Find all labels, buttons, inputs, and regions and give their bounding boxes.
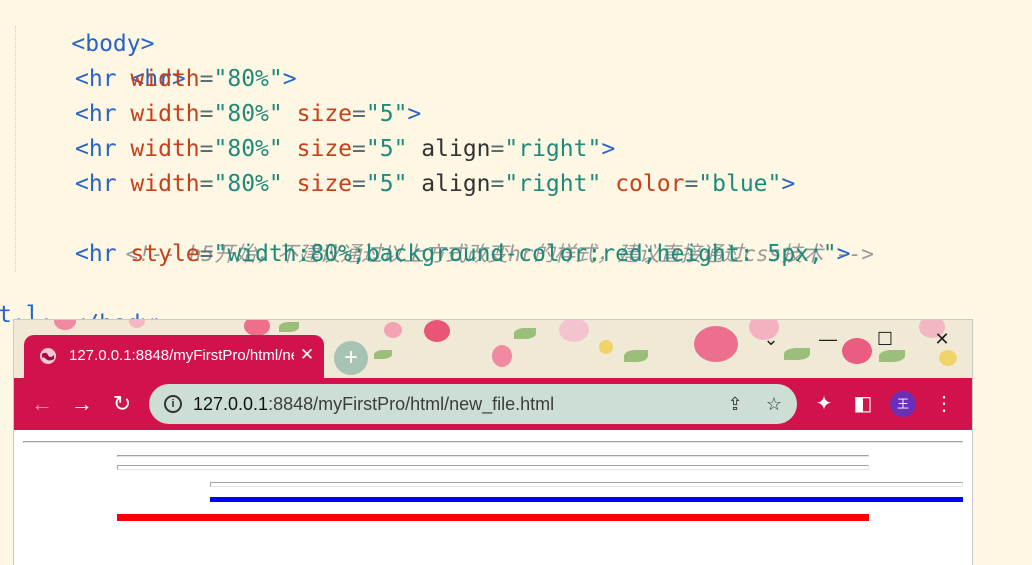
tag-token: > [601, 136, 616, 162]
browser-window[interactable]: 127.0.0.1:8848/myFirstPro/html/new_file.… [13, 319, 973, 565]
theme-flower [694, 326, 738, 362]
info-icon[interactable]: i [164, 395, 182, 413]
tag-token: > [407, 101, 422, 127]
attr-token: width [130, 136, 200, 162]
eq-token: = [199, 66, 214, 92]
tag-token: <hr [75, 241, 117, 267]
eq-token: = [490, 136, 505, 162]
theme-leaf [624, 350, 648, 362]
minimize-button[interactable]: — [808, 326, 848, 352]
code-line-hr4: <hr width="80%" size="5" align="right"> [75, 132, 615, 167]
code-line-hr5: <hr width="80%" size="5" align="right" c… [75, 167, 795, 202]
profile-avatar[interactable]: 王 [890, 391, 916, 417]
tab-close-button[interactable]: ✕ [296, 344, 318, 366]
code-line-comment: <!-- h5开始，不建议通过以上方式改变hr的样式，建议直接通过css技术 -… [75, 202, 874, 266]
eq-token: = [199, 241, 214, 267]
code-line-hr6: <hr style="width:80%;background-color:re… [75, 237, 851, 272]
tag-token: > [836, 241, 851, 267]
attr-token: width [130, 171, 200, 197]
puzzle-icon[interactable]: ✦ [811, 391, 837, 417]
string-token: "80%" [213, 101, 283, 127]
page-viewport [14, 430, 972, 565]
theme-leaf [374, 350, 392, 359]
tag-token: > [282, 66, 297, 92]
eq-token: = [199, 101, 214, 127]
eq-token: = [199, 136, 214, 162]
attr-token: size [296, 101, 353, 127]
url-text[interactable]: 127.0.0.1:8848/myFirstPro/html/new_file.… [193, 394, 554, 414]
string-token: "80%" [213, 66, 283, 92]
tag-token: <hr [75, 66, 117, 92]
globe-icon [40, 348, 56, 364]
attr-token: style [130, 241, 200, 267]
forward-button[interactable]: → [69, 391, 95, 417]
window-close-button[interactable]: ✕ [922, 326, 962, 352]
theme-leaf [279, 322, 299, 332]
string-token: "5" [365, 171, 408, 197]
address-bar[interactable]: i 127.0.0.1:8848/myFirstPro/html/new_fil… [149, 384, 797, 424]
eq-token: = [352, 101, 366, 127]
hr-default [23, 441, 963, 443]
code-line-body-open: <body> [16, 0, 154, 57]
hr-align-right [210, 482, 963, 487]
string-token: "5" [365, 136, 408, 162]
new-tab-button[interactable]: + [334, 341, 368, 375]
tag-token: <hr [75, 171, 117, 197]
tab-title: 127.0.0.1:8848/myFirstPro/html/new_file.… [69, 347, 294, 364]
string-token: "right" [504, 136, 602, 162]
browser-tab-active[interactable]: 127.0.0.1:8848/myFirstPro/html/new_file.… [24, 335, 324, 378]
code-line-hr2: <hr width="80%"> [75, 62, 297, 97]
theme-flower [384, 322, 402, 338]
theme-flower [424, 320, 450, 342]
attr-token: width [130, 66, 200, 92]
url-path: :8848/myFirstPro/html/new_file.html [268, 394, 555, 414]
hr-width-80 [117, 455, 869, 457]
string-token: "5" [365, 101, 408, 127]
hr-width-80-size-5 [117, 465, 869, 470]
eq-token: = [490, 171, 505, 197]
theme-flower [939, 350, 957, 366]
hr-color-blue [210, 497, 963, 502]
title-bar[interactable]: 127.0.0.1:8848/myFirstPro/html/new_file.… [14, 320, 972, 378]
theme-flower [599, 340, 613, 354]
theme-flower [54, 320, 76, 330]
browser-toolbar: ← → ↻ i 127.0.0.1:8848/myFirstPro/html/n… [14, 378, 972, 430]
attr-token: align [421, 136, 491, 162]
tag-token: <hr [75, 136, 117, 162]
code-line-hr1: <hr> [75, 27, 185, 92]
attr-token: align [421, 171, 491, 197]
back-button[interactable]: ← [29, 391, 55, 417]
eq-token: = [199, 171, 214, 197]
attr-token: color [615, 171, 685, 197]
eq-token: = [352, 136, 366, 162]
string-token: "80%" [213, 171, 283, 197]
code-line-hr3: <hr width="80%" size="5"> [75, 97, 421, 132]
side-panel-icon[interactable]: ◧ [850, 391, 876, 417]
theme-flower [492, 345, 512, 367]
eq-token: = [684, 171, 699, 197]
string-token: "right" [504, 171, 602, 197]
reload-button[interactable]: ↻ [109, 391, 135, 417]
theme-leaf [514, 328, 536, 339]
theme-flower [559, 320, 589, 342]
attr-token: size [296, 171, 353, 197]
url-host: 127.0.0.1 [193, 394, 269, 414]
attr-token: size [296, 136, 353, 162]
theme-flower [244, 320, 270, 336]
star-icon[interactable]: ☆ [763, 393, 785, 415]
maximize-button[interactable]: ☐ [865, 326, 905, 352]
theme-flower [129, 320, 145, 328]
eq-token: = [352, 171, 366, 197]
tag-token: <hr [75, 101, 117, 127]
attr-token: width [130, 101, 200, 127]
tag-token: > [781, 171, 796, 197]
string-token: "width:80%;background-color:red;height: … [213, 241, 837, 267]
tab-search-button[interactable]: ⌄ [751, 326, 791, 352]
string-token: "80%" [213, 136, 283, 162]
hr-style-red [117, 514, 869, 521]
share-icon[interactable]: ⇪ [724, 393, 746, 415]
menu-icon[interactable]: ⋮ [931, 391, 957, 417]
string-token: "blue" [698, 171, 782, 197]
